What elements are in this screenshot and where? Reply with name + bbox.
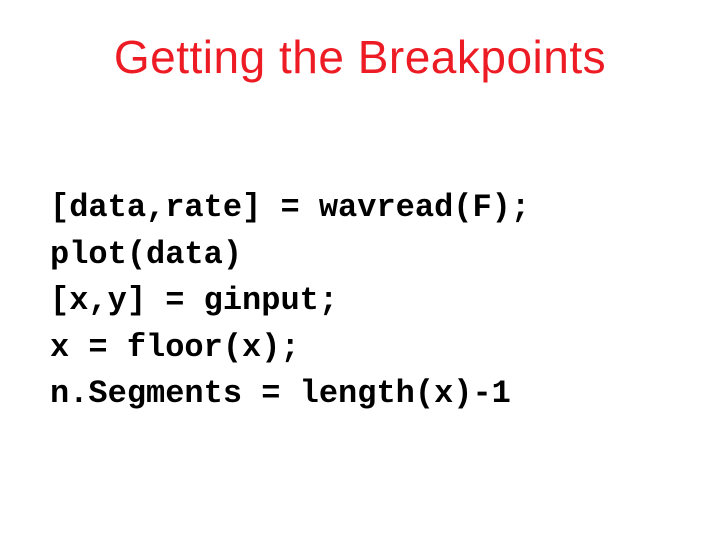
code-line-2: plot(data) — [50, 236, 242, 273]
code-block: [data,rate] = wavread(F); plot(data) [x,… — [50, 139, 680, 417]
slide-title: Getting the Breakpoints — [40, 30, 680, 84]
code-line-3: [x,y] = ginput; — [50, 282, 338, 319]
slide: Getting the Breakpoints [data,rate] = wa… — [0, 0, 720, 540]
code-line-4: x = floor(x); — [50, 329, 300, 366]
code-line-1: [data,rate] = wavread(F); — [50, 189, 530, 226]
code-line-5: n.Segments = length(x)-1 — [50, 375, 511, 412]
